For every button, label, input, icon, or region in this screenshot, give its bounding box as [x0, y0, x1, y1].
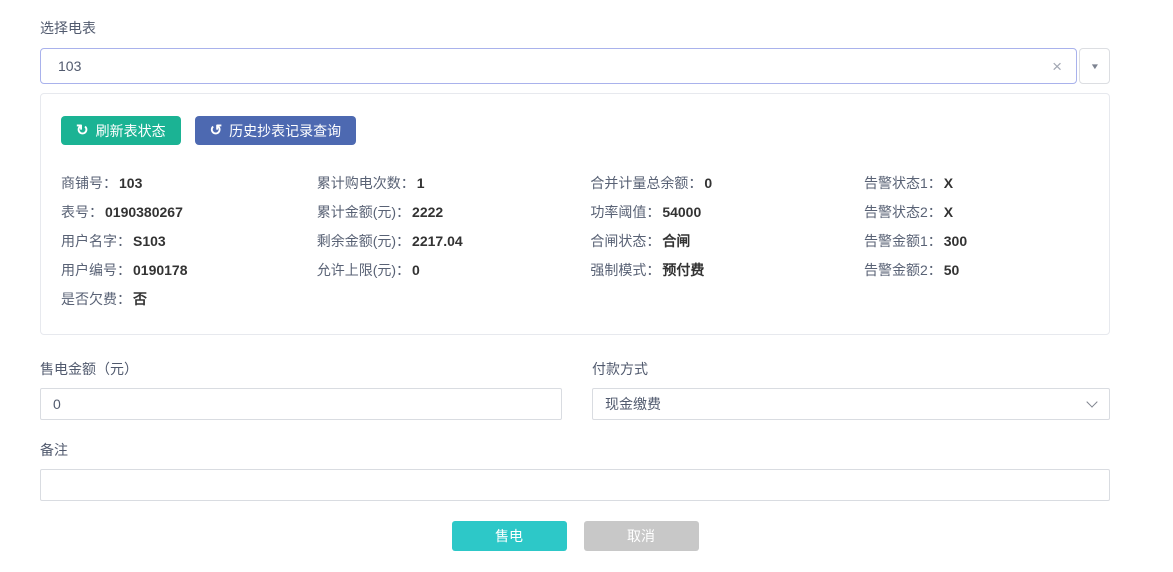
meter-select[interactable]: × — [40, 48, 1077, 84]
payment-method-value[interactable] — [592, 388, 1110, 420]
info-field-user-id: 用户编号：0190178 — [61, 256, 317, 285]
sell-amount-field: 售电金额（元） — [40, 359, 562, 420]
meter-dropdown-toggle-button[interactable]: ▼ — [1079, 48, 1110, 84]
info-field-alarm-amount-2: 告警金额2：50 — [864, 256, 1089, 285]
meter-select-row: × ▼ — [40, 48, 1110, 84]
info-column-1: 商铺号：103 表号：0190380267 用户名字：S103 用户编号：019… — [61, 169, 317, 314]
meter-select-input[interactable] — [56, 57, 1048, 75]
refresh-meter-status-button[interactable]: ↻ 刷新表状态 — [61, 116, 181, 145]
payment-method-select[interactable] — [592, 388, 1110, 420]
remark-field: 备注 — [40, 440, 1110, 501]
caret-down-icon: ▼ — [1089, 62, 1099, 71]
info-field-total-amount: 累计金额(元)：2222 — [317, 198, 591, 227]
payment-method-field: 付款方式 — [592, 359, 1110, 420]
meter-status-panel: ↻ 刷新表状态 ↺ 历史抄表记录查询 商铺号：103 表号：0190380267… — [40, 93, 1110, 335]
info-field-alarm-amount-1: 告警金额1：300 — [864, 227, 1089, 256]
meter-select-label: 选择电表 — [40, 18, 1110, 38]
sell-amount-label: 售电金额（元） — [40, 359, 562, 379]
remark-input[interactable] — [40, 469, 1110, 501]
info-column-2: 累计购电次数：1 累计金额(元)：2222 剩余金额(元)：2217.04 允许… — [317, 169, 591, 314]
info-field-meter-number: 表号：0190380267 — [61, 198, 317, 227]
info-column-3: 合并计量总余额：0 功率阈值：54000 合闸状态：合闸 强制模式：预付费 — [590, 169, 864, 314]
info-field-purchase-count: 累计购电次数：1 — [317, 169, 591, 198]
info-field-in-arrears: 是否欠费：否 — [61, 285, 317, 314]
sell-amount-input[interactable] — [40, 388, 562, 420]
history-button-label: 历史抄表记录查询 — [229, 124, 341, 138]
action-button-row: 售电 取消 — [40, 521, 1110, 551]
panel-button-row: ↻ 刷新表状态 ↺ 历史抄表记录查询 — [61, 116, 1089, 145]
amount-payment-row: 售电金额（元） 付款方式 — [40, 359, 1110, 420]
payment-method-label: 付款方式 — [592, 359, 1110, 379]
info-field-shop-number: 商铺号：103 — [61, 169, 317, 198]
info-field-alarm-state-1: 告警状态1：X — [864, 169, 1089, 198]
refresh-icon: ↻ — [76, 123, 89, 138]
sell-button[interactable]: 售电 — [452, 521, 567, 551]
info-field-power-threshold: 功率阈值：54000 — [590, 198, 864, 227]
refresh-button-label: 刷新表状态 — [96, 124, 166, 138]
history-records-query-button[interactable]: ↺ 历史抄表记录查询 — [195, 116, 357, 145]
info-field-force-mode: 强制模式：预付费 — [590, 256, 864, 285]
info-field-user-name: 用户名字：S103 — [61, 227, 317, 256]
clear-icon[interactable]: × — [1048, 58, 1066, 75]
sell-electricity-page: 选择电表 × ▼ ↻ 刷新表状态 ↺ 历史抄表记录查询 商铺号：103 表号：0… — [0, 0, 1110, 551]
cancel-button[interactable]: 取消 — [584, 521, 699, 551]
info-field-allowed-limit: 允许上限(元)：0 — [317, 256, 591, 285]
info-field-remaining-amount: 剩余金额(元)：2217.04 — [317, 227, 591, 256]
info-field-switch-state: 合闸状态：合闸 — [590, 227, 864, 256]
meter-info-grid: 商铺号：103 表号：0190380267 用户名字：S103 用户编号：019… — [61, 169, 1089, 314]
info-column-4: 告警状态1：X 告警状态2：X 告警金额1：300 告警金额2：50 — [864, 169, 1089, 314]
info-field-combined-balance: 合并计量总余额：0 — [590, 169, 864, 198]
history-icon: ↺ — [210, 123, 223, 138]
remark-label: 备注 — [40, 440, 1110, 460]
info-field-alarm-state-2: 告警状态2：X — [864, 198, 1089, 227]
